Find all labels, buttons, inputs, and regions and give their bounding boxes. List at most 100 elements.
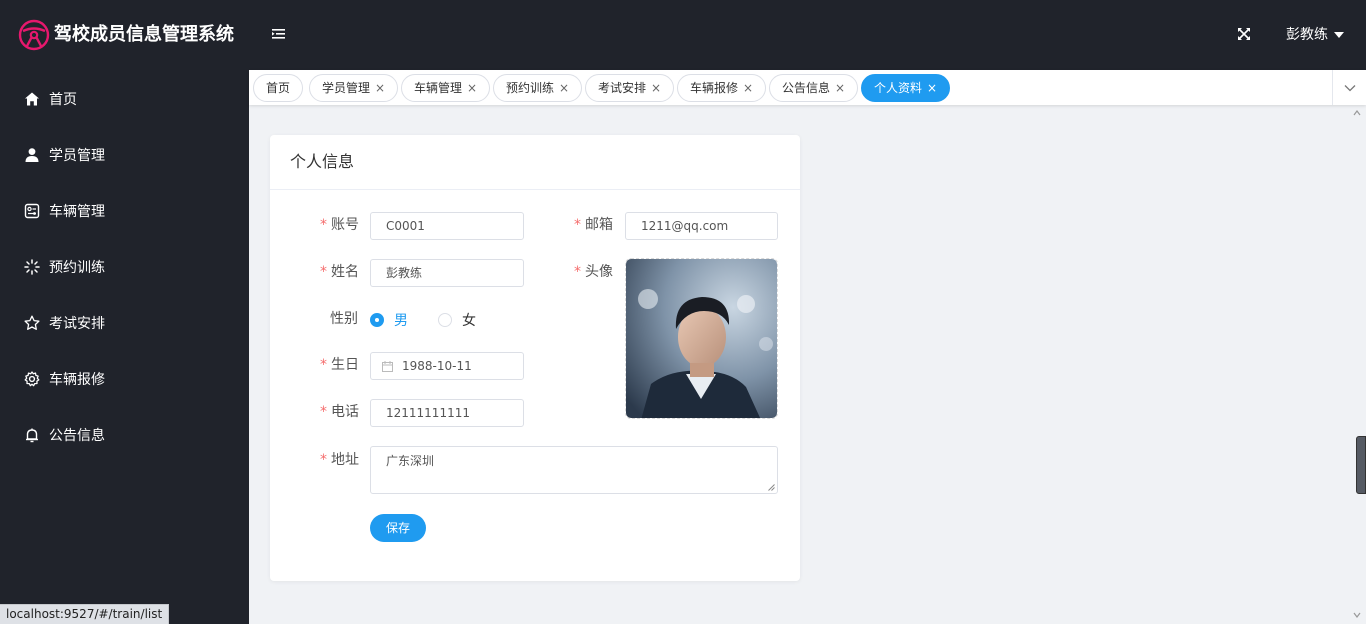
- email-label: * 邮箱: [574, 211, 613, 239]
- app-title: 驾校成员信息管理系统: [54, 24, 234, 45]
- birthday-picker[interactable]: 1988-10-11: [370, 352, 524, 380]
- radio-checked-icon: [370, 313, 384, 327]
- sidebar-item-label: 车辆管理: [49, 204, 105, 220]
- user-icon: [25, 148, 39, 162]
- scroll-down-icon[interactable]: [1352, 610, 1362, 620]
- sidebar-item-label: 公告信息: [49, 428, 105, 444]
- phone-label: * 电话: [320, 398, 359, 426]
- tag-home[interactable]: 首页: [253, 74, 304, 102]
- fullscreen-icon[interactable]: [1237, 27, 1251, 41]
- phone-label-text: 电话: [331, 404, 359, 420]
- gender-male-radio[interactable]: 男: [370, 310, 408, 330]
- address-textarea[interactable]: 广东深圳: [370, 446, 778, 494]
- home-icon: [25, 92, 39, 106]
- tag-profile[interactable]: 个人资料 ×: [861, 74, 951, 102]
- sidebar: 首页 学员管理 车辆管理 预约训练 考试安排 车辆报修 公告信息: [0, 70, 249, 624]
- required-mark: *: [320, 404, 327, 420]
- sidebar-item-label: 学员管理: [49, 148, 105, 164]
- chevron-down-icon: [1344, 84, 1355, 91]
- vehicle-icon: [24, 203, 40, 219]
- sidebar-item-exams[interactable]: 考试安排: [0, 295, 249, 351]
- close-icon[interactable]: ×: [559, 75, 569, 101]
- browser-status-bar: localhost:9527/#/train/list: [0, 604, 170, 624]
- tags-view-bar: 首页 学员管理 × 车辆管理 × 预约训练 × 考试安排 × 车辆报修 × 公告信息 × 个…: [249, 70, 1366, 105]
- caret-down-icon: [1334, 32, 1344, 38]
- tag-training[interactable]: 预约训练 ×: [493, 74, 583, 102]
- gender-female-radio[interactable]: 女: [438, 310, 476, 330]
- floating-side-widget[interactable]: [1356, 436, 1366, 494]
- required-mark: *: [320, 452, 327, 468]
- sidebar-item-home[interactable]: 首页: [0, 71, 249, 127]
- tag-label: 学员管理: [322, 81, 371, 95]
- tag-notices[interactable]: 公告信息 ×: [769, 74, 859, 102]
- sidebar-item-label: 首页: [49, 92, 77, 108]
- avatar-uploader[interactable]: [625, 258, 778, 419]
- close-icon[interactable]: ×: [835, 75, 845, 101]
- user-menu[interactable]: 彭教练: [1286, 25, 1344, 45]
- avatar-label-text: 头像: [585, 264, 613, 280]
- address-label: * 地址: [320, 446, 359, 474]
- account-input[interactable]: C0001: [370, 212, 524, 240]
- phone-input[interactable]: 12111111111: [370, 399, 524, 427]
- birthday-value: 1988-10-11: [402, 359, 472, 373]
- tag-vehicles[interactable]: 车辆管理 ×: [401, 74, 491, 102]
- tag-label: 首页: [266, 81, 291, 95]
- sidebar-item-label: 考试安排: [49, 316, 105, 332]
- radio-label: 男: [394, 313, 408, 329]
- required-mark: *: [320, 217, 327, 233]
- sidebar-item-label: 车辆报修: [49, 372, 105, 388]
- user-name: 彭教练: [1286, 27, 1328, 43]
- top-header: 驾校成员信息管理系统 彭教练: [0, 0, 1366, 70]
- tag-label: 预约训练: [506, 81, 555, 95]
- profile-card: 个人信息 * 账号 C0001 * 邮箱 1211@qq.com * 姓名 彭教练 *…: [270, 135, 800, 581]
- sidebar-item-students[interactable]: 学员管理: [0, 127, 249, 183]
- gender-label: 性别: [330, 311, 358, 327]
- birthday-label-text: 生日: [331, 357, 359, 373]
- close-icon[interactable]: ×: [651, 75, 661, 101]
- required-mark: *: [320, 264, 327, 280]
- email-input[interactable]: 1211@qq.com: [625, 212, 778, 240]
- close-icon[interactable]: ×: [467, 75, 477, 101]
- tag-label: 车辆报修: [690, 81, 739, 95]
- radio-label: 女: [462, 313, 476, 329]
- name-label: * 姓名: [320, 258, 359, 286]
- hamburger-icon[interactable]: [272, 27, 286, 41]
- name-input[interactable]: 彭教练: [370, 259, 524, 287]
- bell-icon: [26, 428, 38, 443]
- loading-icon: [24, 259, 40, 275]
- close-icon[interactable]: ×: [743, 75, 753, 101]
- tag-repairs[interactable]: 车辆报修 ×: [677, 74, 767, 102]
- tag-label: 公告信息: [782, 81, 831, 95]
- steering-wheel-icon: [18, 19, 50, 51]
- email-label-text: 邮箱: [585, 217, 613, 233]
- scroll-up-icon[interactable]: [1352, 108, 1362, 118]
- tag-students[interactable]: 学员管理 ×: [309, 74, 399, 102]
- birthday-label: * 生日: [320, 351, 359, 379]
- resize-handle-icon[interactable]: [768, 484, 775, 491]
- avatar-image: [626, 259, 777, 418]
- tag-label: 个人资料: [874, 81, 923, 95]
- tag-label: 车辆管理: [414, 81, 463, 95]
- close-icon[interactable]: ×: [375, 75, 385, 101]
- sidebar-item-vehicles[interactable]: 车辆管理: [0, 183, 249, 239]
- sidebar-item-notices[interactable]: 公告信息: [0, 407, 249, 463]
- sidebar-item-training[interactable]: 预约训练: [0, 239, 249, 295]
- tag-exams[interactable]: 考试安排 ×: [585, 74, 675, 102]
- required-mark: *: [320, 357, 327, 373]
- sidebar-item-repairs[interactable]: 车辆报修: [0, 351, 249, 407]
- account-label-text: 账号: [331, 217, 359, 233]
- star-icon: [24, 315, 40, 330]
- gear-icon: [24, 371, 40, 387]
- card-title: 个人信息: [270, 135, 800, 190]
- sidebar-item-label: 预约训练: [49, 260, 105, 276]
- name-label-text: 姓名: [331, 264, 359, 280]
- save-button[interactable]: 保存: [370, 514, 426, 542]
- account-label: * 账号: [320, 211, 359, 239]
- close-icon[interactable]: ×: [927, 75, 937, 101]
- tag-label: 考试安排: [598, 81, 647, 95]
- radio-unchecked-icon: [438, 313, 452, 327]
- tags-dropdown-button[interactable]: [1332, 70, 1366, 105]
- avatar-label: * 头像: [574, 258, 613, 286]
- address-value: 广东深圳: [386, 454, 435, 468]
- address-label-text: 地址: [331, 452, 359, 468]
